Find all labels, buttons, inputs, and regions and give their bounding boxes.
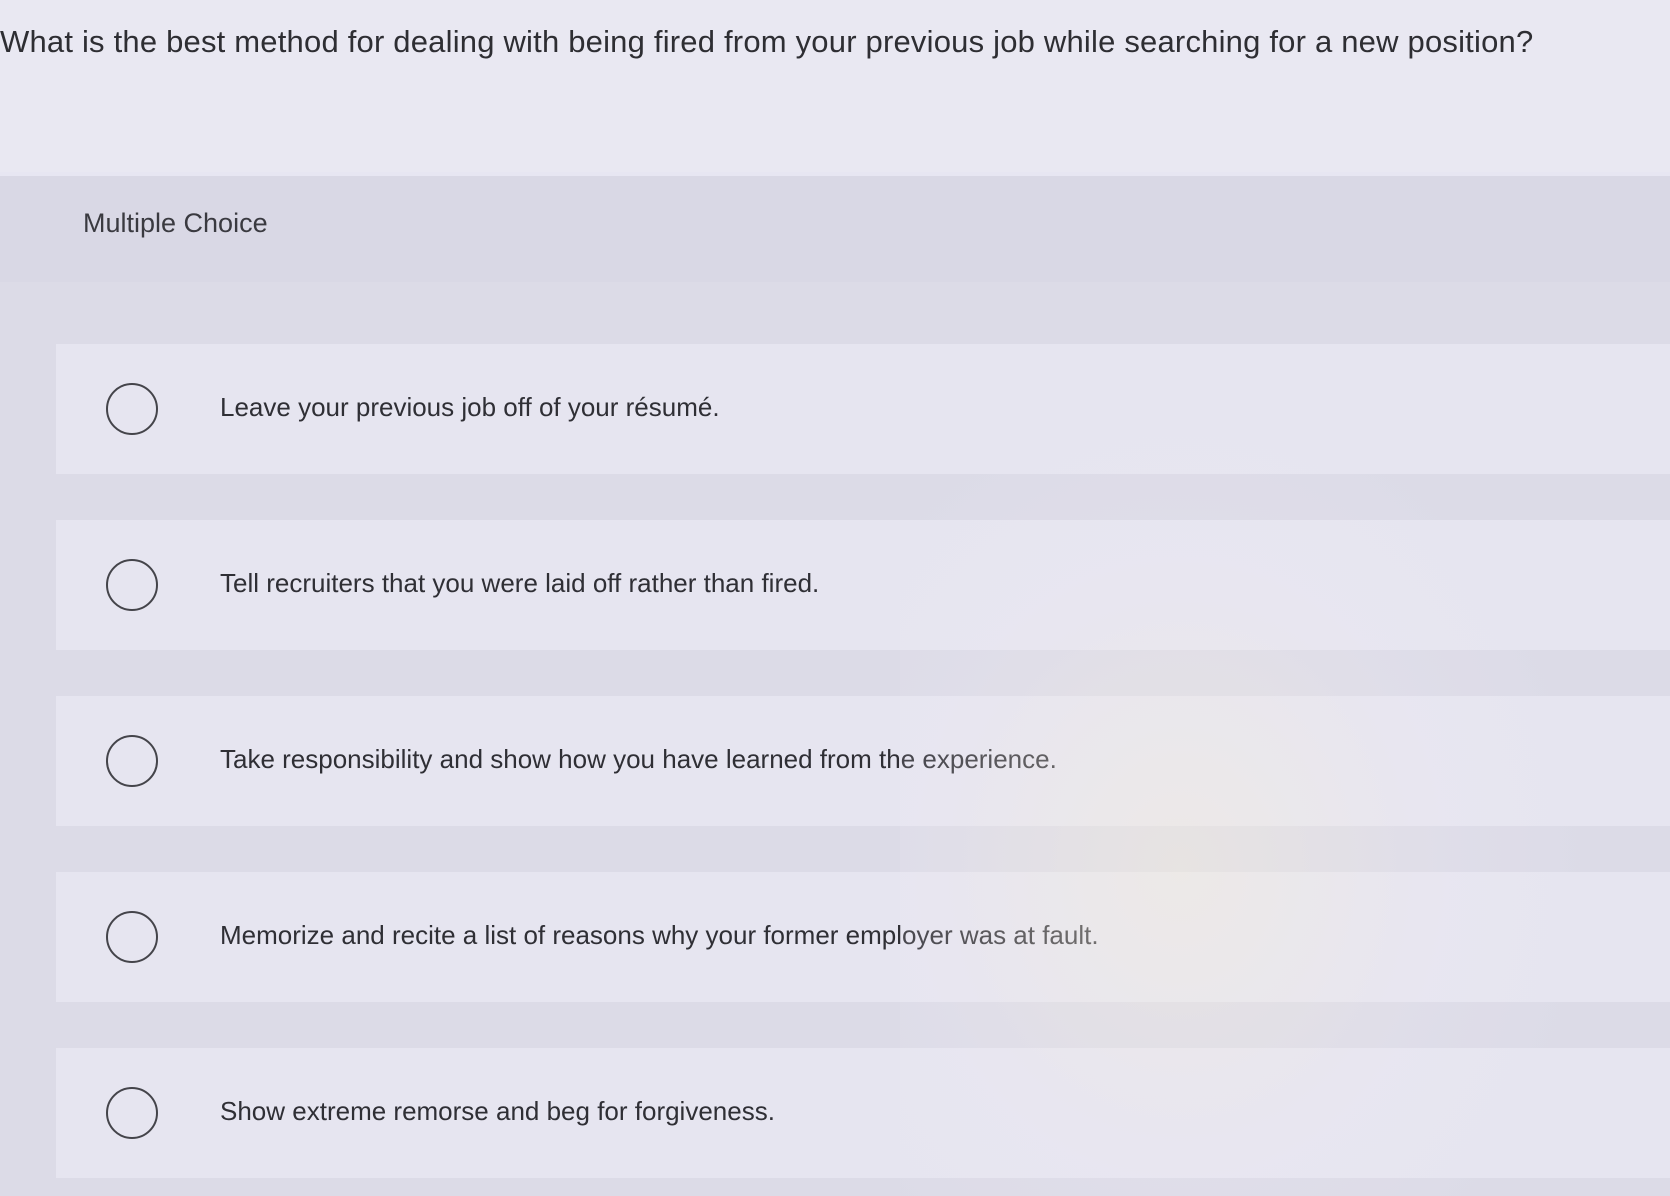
choice-option[interactable]: Take responsibility and show how you hav… bbox=[56, 696, 1670, 826]
radio-button-icon[interactable] bbox=[106, 559, 158, 611]
radio-button-icon[interactable] bbox=[106, 383, 158, 435]
choice-label: Show extreme remorse and beg for forgive… bbox=[220, 1096, 775, 1126]
choice-label: Leave your previous job off of your résu… bbox=[220, 392, 720, 422]
radio-button-icon[interactable] bbox=[106, 1087, 158, 1139]
choice-label: Memorize and recite a list of reasons wh… bbox=[220, 920, 1099, 950]
radio-button-icon[interactable] bbox=[106, 911, 158, 963]
choice-option[interactable]: Leave your previous job off of your résu… bbox=[56, 344, 1670, 474]
choice-option[interactable]: Tell recruiters that you were laid off r… bbox=[56, 520, 1670, 650]
quiz-screen: What is the best method for dealing with… bbox=[0, 0, 1670, 1196]
choices-list: Leave your previous job off of your résu… bbox=[0, 282, 1670, 1196]
choice-label: Tell recruiters that you were laid off r… bbox=[220, 568, 820, 598]
question-type-label: Multiple Choice bbox=[83, 208, 268, 238]
question-text: What is the best method for dealing with… bbox=[0, 24, 1534, 59]
choice-option[interactable]: Memorize and recite a list of reasons wh… bbox=[56, 872, 1670, 1002]
choice-option[interactable]: Show extreme remorse and beg for forgive… bbox=[56, 1048, 1670, 1178]
radio-button-icon[interactable] bbox=[106, 735, 158, 787]
question-area: What is the best method for dealing with… bbox=[0, 0, 1670, 172]
choice-label: Take responsibility and show how you hav… bbox=[220, 744, 1057, 774]
